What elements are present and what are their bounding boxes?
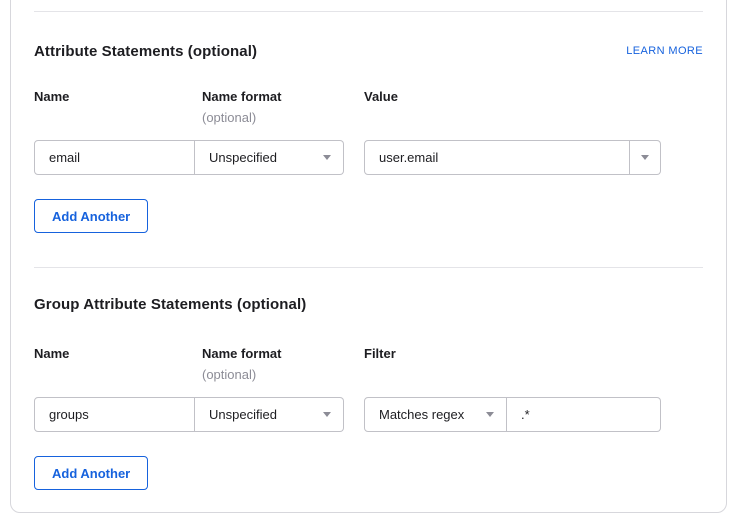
filter-value-input[interactable] xyxy=(507,397,661,432)
name-format-optional-note: (optional) xyxy=(202,110,364,125)
attribute-columns-header: Name Name format (optional) Value xyxy=(34,89,703,130)
attribute-name-input[interactable] xyxy=(34,140,195,175)
attribute-name-format-select[interactable]: Unspecified xyxy=(195,140,344,175)
section-divider-middle xyxy=(34,267,703,268)
filter-type-select[interactable]: Matches regex xyxy=(364,397,507,432)
column-label-name-format: Name format (optional) xyxy=(202,346,364,382)
chevron-down-icon xyxy=(641,155,649,160)
attribute-statements-header: Attribute Statements (optional) LEARN MO… xyxy=(34,43,703,60)
group-attribute-statement-row: Unspecified Matches regex xyxy=(34,397,703,432)
add-another-group-attribute-button[interactable]: Add Another xyxy=(34,456,148,490)
filter-type-selected-value: Matches regex xyxy=(379,407,464,422)
attribute-value-dropdown-button[interactable] xyxy=(630,140,661,175)
group-attribute-name-input[interactable] xyxy=(34,397,195,432)
name-format-selected-value: Unspecified xyxy=(209,150,277,165)
column-label-value: Value xyxy=(364,89,703,104)
attribute-statements-title: Attribute Statements (optional) xyxy=(34,43,257,60)
column-label-name-format: Name format (optional) xyxy=(202,89,364,125)
saml-settings-page: Attribute Statements (optional) LEARN MO… xyxy=(0,0,737,530)
group-columns-header: Name Name format (optional) Filter xyxy=(34,346,703,387)
group-name-and-format-group: Unspecified xyxy=(34,397,344,432)
attribute-value-input[interactable] xyxy=(364,140,630,175)
column-label-name: Name xyxy=(34,346,202,361)
settings-card: Attribute Statements (optional) LEARN MO… xyxy=(10,0,727,513)
value-group xyxy=(364,140,661,175)
attribute-statements-section: Attribute Statements (optional) LEARN MO… xyxy=(34,43,703,233)
name-format-optional-note: (optional) xyxy=(202,367,364,382)
chevron-down-icon xyxy=(486,412,494,417)
chevron-down-icon xyxy=(323,155,331,160)
learn-more-link[interactable]: LEARN MORE xyxy=(626,45,703,57)
group-attribute-statements-title: Group Attribute Statements (optional) xyxy=(34,296,306,313)
filter-group: Matches regex xyxy=(364,397,661,432)
name-format-label: Name format xyxy=(202,89,364,104)
chevron-down-icon xyxy=(323,412,331,417)
name-format-selected-value: Unspecified xyxy=(209,407,277,422)
column-label-name: Name xyxy=(34,89,202,104)
add-another-attribute-button[interactable]: Add Another xyxy=(34,199,148,233)
name-and-format-group: Unspecified xyxy=(34,140,344,175)
attribute-statement-row: Unspecified xyxy=(34,140,703,175)
name-format-label: Name format xyxy=(202,346,364,361)
column-label-filter: Filter xyxy=(364,346,703,361)
group-name-format-select[interactable]: Unspecified xyxy=(195,397,344,432)
group-attribute-statements-section: Group Attribute Statements (optional) Na… xyxy=(34,296,703,490)
group-attribute-statements-header: Group Attribute Statements (optional) xyxy=(34,296,703,313)
section-divider-top xyxy=(34,11,703,12)
